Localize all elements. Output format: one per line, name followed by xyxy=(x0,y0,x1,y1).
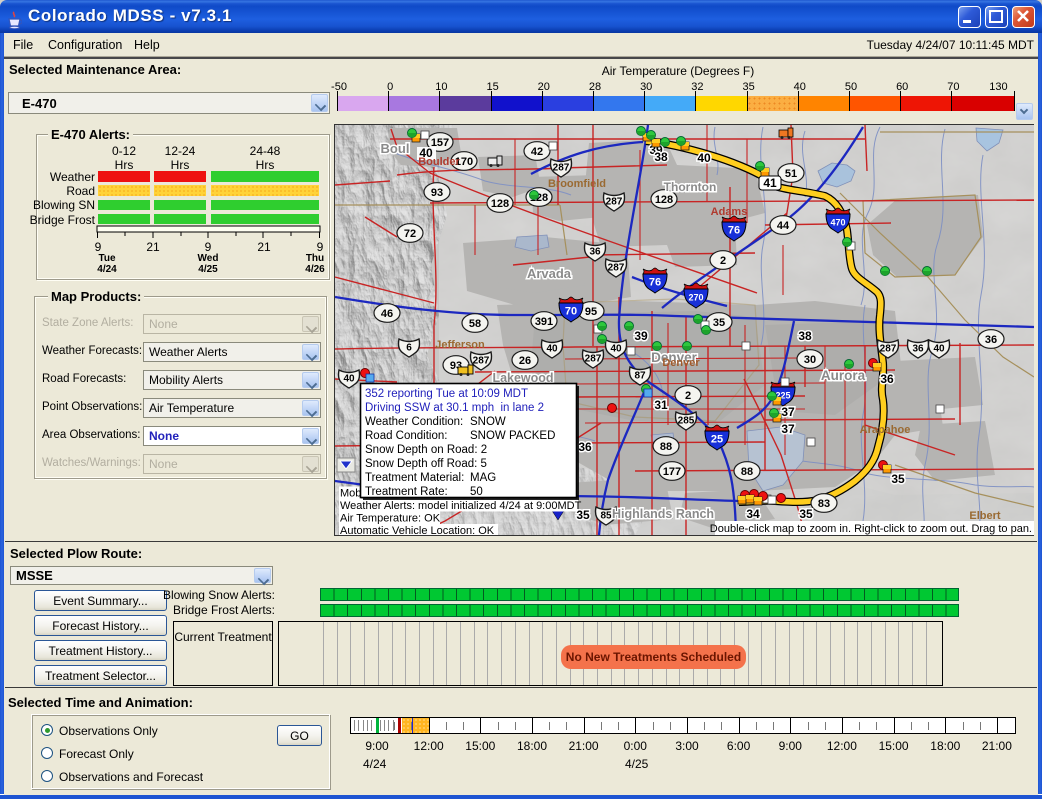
svg-text:95: 95 xyxy=(585,306,597,318)
svg-text:177: 177 xyxy=(663,466,681,478)
svg-text:26: 26 xyxy=(519,355,531,367)
svg-text:Driving SSW at 30.1 mph in la: Driving SSW at 30.1 mph in lane 2 xyxy=(365,402,544,414)
svg-text:Arvada: Arvada xyxy=(527,266,572,281)
svg-text:44: 44 xyxy=(777,220,790,232)
svg-text:Boulder: Boulder xyxy=(418,156,460,168)
svg-text:Treatment Rate:: Treatment Rate: xyxy=(365,486,448,498)
svg-text:287: 287 xyxy=(880,344,897,355)
svg-text:58: 58 xyxy=(469,318,481,330)
svg-text:42: 42 xyxy=(531,146,543,158)
svg-text:Jefferson: Jefferson xyxy=(435,339,485,351)
svg-text:37: 37 xyxy=(781,405,795,419)
svg-text:36: 36 xyxy=(912,344,924,355)
svg-text:Snow Depth on Road: 2: Snow Depth on Road: 2 xyxy=(365,444,487,456)
svg-text:88: 88 xyxy=(660,441,672,453)
svg-text:38: 38 xyxy=(654,150,668,164)
svg-text:Treatment Material:: Treatment Material: xyxy=(365,472,464,484)
svg-text:93: 93 xyxy=(431,187,443,199)
svg-text:270: 270 xyxy=(688,293,703,303)
svg-text:40: 40 xyxy=(697,151,711,165)
svg-text:36: 36 xyxy=(985,334,997,346)
svg-text:128: 128 xyxy=(491,198,509,210)
svg-text:287: 287 xyxy=(606,197,623,208)
svg-text:MAG: MAG xyxy=(470,472,496,484)
svg-text:50: 50 xyxy=(470,486,483,498)
svg-text:40: 40 xyxy=(933,344,945,355)
svg-text:51: 51 xyxy=(785,168,797,180)
svg-text:76: 76 xyxy=(728,225,740,237)
svg-text:Automatic Vehicle Location: OK: Automatic Vehicle Location: OK xyxy=(340,525,495,535)
svg-text:76: 76 xyxy=(649,277,661,289)
svg-text:287: 287 xyxy=(553,163,570,174)
svg-text:40: 40 xyxy=(343,374,355,385)
svg-text:Snow Depth off Road: 5: Snow Depth off Road: 5 xyxy=(365,458,487,470)
svg-text:36: 36 xyxy=(578,440,592,454)
svg-text:25: 25 xyxy=(711,434,723,446)
svg-text:Weather Alerts: model initiali: Weather Alerts: model initialized 4/24 a… xyxy=(340,500,582,512)
svg-text:Road Condition:: Road Condition: xyxy=(365,430,447,442)
svg-text:34: 34 xyxy=(746,507,760,521)
svg-text:36: 36 xyxy=(880,372,894,386)
svg-text:35: 35 xyxy=(713,317,725,329)
svg-text:287: 287 xyxy=(608,263,625,274)
svg-text:38: 38 xyxy=(798,329,812,343)
svg-text:70: 70 xyxy=(565,306,577,318)
svg-text:35: 35 xyxy=(891,472,905,486)
svg-text:72: 72 xyxy=(404,228,416,240)
svg-text:Weather Condition:: Weather Condition: xyxy=(365,416,463,428)
svg-text:Mob: Mob xyxy=(340,488,361,500)
svg-text:Adams: Adams xyxy=(711,206,748,218)
svg-text:36: 36 xyxy=(589,247,601,258)
svg-text:35: 35 xyxy=(799,507,813,521)
svg-text:391: 391 xyxy=(535,316,553,328)
svg-text:85: 85 xyxy=(600,511,612,522)
svg-text:287: 287 xyxy=(473,356,490,367)
svg-text:2: 2 xyxy=(685,390,691,402)
svg-text:SNOW: SNOW xyxy=(470,416,506,428)
svg-text:128: 128 xyxy=(655,194,673,206)
svg-text:Denver: Denver xyxy=(662,357,700,369)
svg-text:Arapahoe: Arapahoe xyxy=(860,424,911,436)
svg-text:6: 6 xyxy=(406,343,412,354)
svg-text:Boul: Boul xyxy=(381,141,410,156)
svg-text:Thornton: Thornton xyxy=(664,180,717,194)
svg-text:37: 37 xyxy=(781,422,795,436)
svg-text:Highlands Ranch: Highlands Ranch xyxy=(612,507,714,521)
svg-text:Broomfield: Broomfield xyxy=(548,178,606,190)
svg-text:40: 40 xyxy=(610,344,622,355)
svg-text:352 reporting Tue at 10:09 MDT: 352 reporting Tue at 10:09 MDT xyxy=(365,388,528,400)
svg-text:30: 30 xyxy=(804,354,816,366)
svg-text:Double-click map to zoom in. R: Double-click map to zoom in. Right-click… xyxy=(710,523,1032,535)
svg-text:39: 39 xyxy=(634,329,648,343)
svg-text:31: 31 xyxy=(654,398,668,412)
svg-text:Aurora: Aurora xyxy=(821,368,866,383)
svg-text:83: 83 xyxy=(818,498,830,510)
svg-text:285: 285 xyxy=(678,416,695,427)
svg-text:87: 87 xyxy=(634,371,646,382)
svg-text:40: 40 xyxy=(546,344,558,355)
svg-text:SNOW PACKED: SNOW PACKED xyxy=(470,430,555,442)
svg-text:Air Temperature: OK: Air Temperature: OK xyxy=(340,513,441,525)
svg-text:2: 2 xyxy=(720,255,726,267)
svg-text:46: 46 xyxy=(381,308,393,320)
svg-text:88: 88 xyxy=(741,466,753,478)
svg-text:470: 470 xyxy=(830,218,845,228)
svg-text:287: 287 xyxy=(585,354,602,365)
svg-text:Elbert: Elbert xyxy=(969,510,1001,522)
svg-text:41: 41 xyxy=(763,176,777,190)
